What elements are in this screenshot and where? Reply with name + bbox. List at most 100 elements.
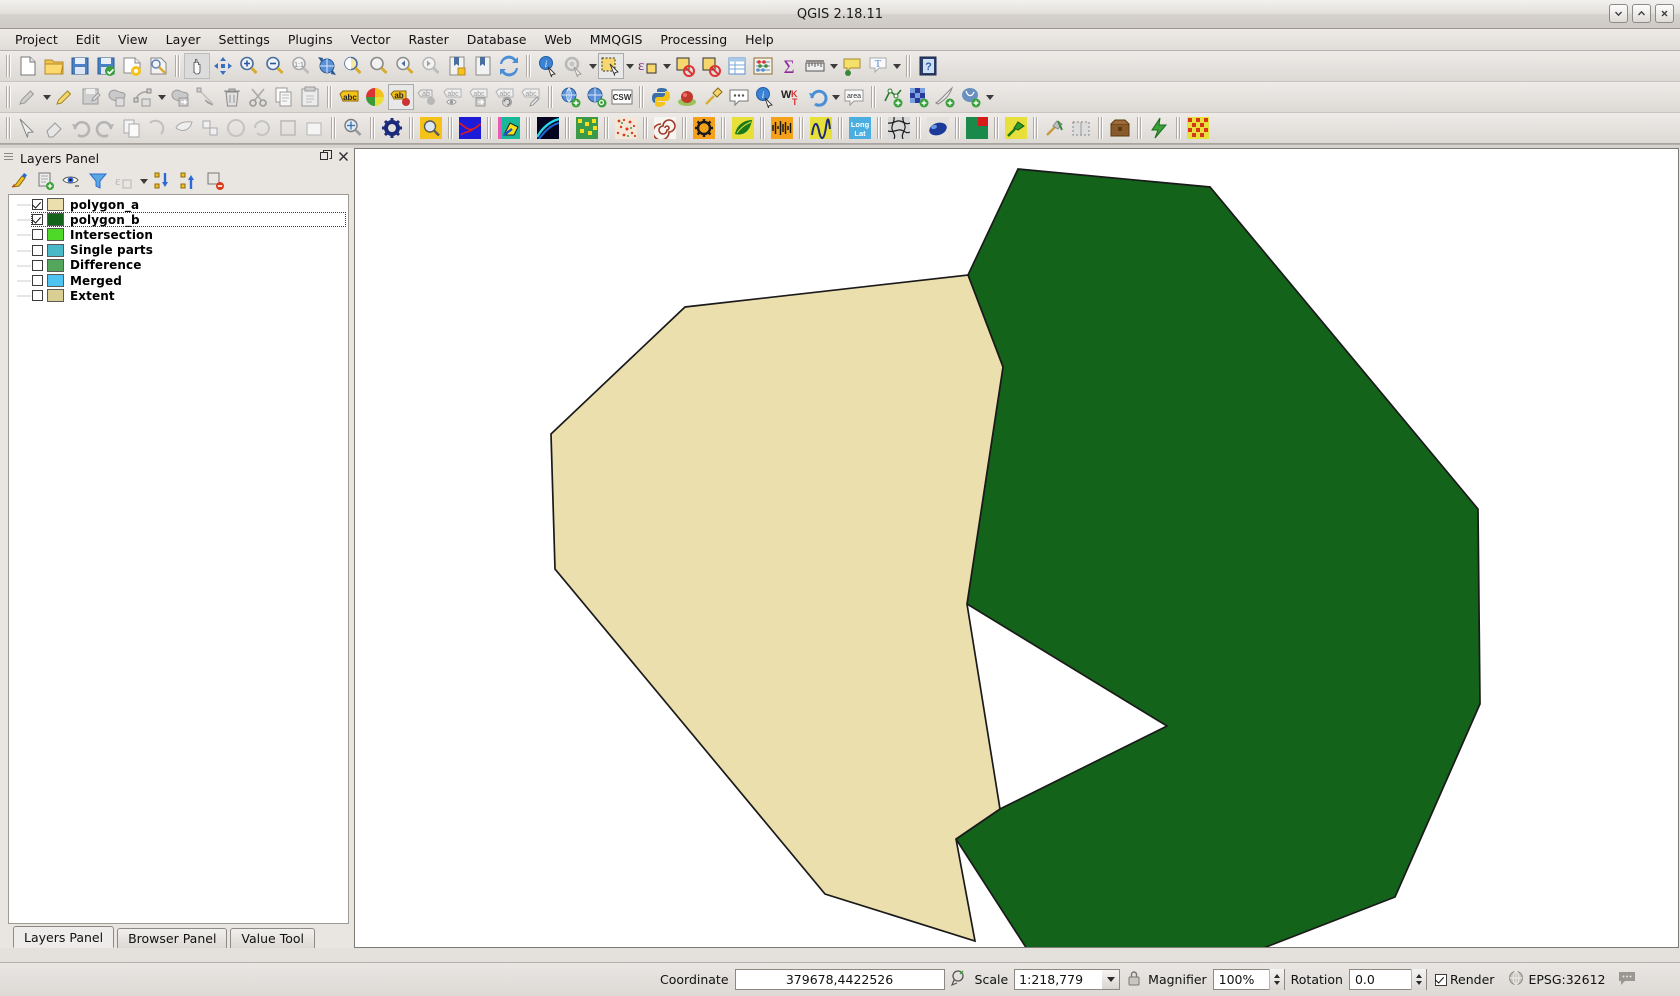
layer-labeling-icon[interactable]: ab bbox=[388, 84, 414, 110]
undo-caret-icon[interactable] bbox=[830, 84, 841, 110]
new-text-annotation-icon[interactable]: T bbox=[865, 53, 891, 79]
new-print-composer-icon[interactable] bbox=[119, 53, 145, 79]
toolbar-grip[interactable] bbox=[525, 55, 532, 77]
toolbar-grip[interactable] bbox=[525, 117, 532, 139]
plug-plugin-icon[interactable] bbox=[1003, 115, 1029, 141]
open-attribute-table-icon[interactable] bbox=[724, 53, 750, 79]
layer-tree[interactable]: polygon_a polygon_b Intersection Single … bbox=[8, 194, 349, 924]
toolbar-grip[interactable] bbox=[905, 55, 912, 77]
messages-bubble-icon[interactable] bbox=[1618, 970, 1636, 989]
pan-to-selection-icon[interactable] bbox=[210, 53, 236, 79]
toolbar-grip[interactable] bbox=[5, 117, 12, 139]
layer-visibility-checkbox[interactable] bbox=[32, 199, 43, 211]
spectrum-plugin-icon[interactable] bbox=[769, 115, 795, 141]
global-settings-icon[interactable] bbox=[379, 115, 405, 141]
toolbox-plugin-icon[interactable] bbox=[1107, 115, 1133, 141]
zoom-to-selection-icon[interactable] bbox=[340, 53, 366, 79]
undock-icon[interactable] bbox=[320, 150, 332, 165]
map-tips-icon[interactable] bbox=[839, 53, 865, 79]
close-panel-icon[interactable] bbox=[338, 150, 349, 165]
lock-scale-icon[interactable] bbox=[1126, 969, 1142, 990]
filter-legend-icon[interactable] bbox=[86, 170, 110, 192]
layer-row-single-parts[interactable]: Single parts bbox=[9, 242, 348, 258]
magnifier-field[interactable]: 100% bbox=[1212, 969, 1285, 990]
save-layer-edits-icon[interactable] bbox=[78, 84, 104, 110]
add-wms-layer-icon[interactable] bbox=[557, 84, 583, 110]
refresh-icon[interactable] bbox=[496, 53, 522, 79]
remove-layer-icon[interactable] bbox=[204, 170, 228, 192]
select-caret-icon[interactable] bbox=[624, 53, 635, 79]
field-calculator-icon[interactable] bbox=[750, 53, 776, 79]
select-value-caret-icon[interactable] bbox=[661, 53, 672, 79]
layer-row-merged[interactable]: Merged bbox=[9, 273, 348, 289]
run-feature-action-icon[interactable] bbox=[561, 53, 587, 79]
expression-filter-caret-icon[interactable] bbox=[138, 170, 150, 192]
node-tool-icon[interactable] bbox=[193, 84, 219, 110]
network-plugin-icon[interactable] bbox=[457, 115, 483, 141]
toolbar-grip[interactable] bbox=[720, 117, 727, 139]
paste-tool-icon[interactable] bbox=[145, 115, 171, 141]
text-annotation-caret-icon[interactable] bbox=[891, 53, 902, 79]
add-raster-layer-icon[interactable] bbox=[906, 84, 932, 110]
metasearch-icon[interactable] bbox=[583, 84, 609, 110]
menu-web[interactable]: Web bbox=[535, 30, 580, 50]
csw-icon[interactable]: CSW bbox=[609, 84, 635, 110]
cut-features-icon[interactable] bbox=[245, 84, 271, 110]
menu-project[interactable]: Project bbox=[6, 30, 67, 50]
menu-layer[interactable]: Layer bbox=[157, 30, 210, 50]
run-action-caret-icon[interactable] bbox=[587, 53, 598, 79]
close-icon[interactable] bbox=[1655, 4, 1674, 23]
curve-plugin-icon[interactable] bbox=[808, 115, 834, 141]
coordinate-field[interactable]: 379678,4422526 bbox=[734, 969, 945, 990]
merge-tool-icon[interactable] bbox=[171, 115, 197, 141]
help-icon[interactable]: ? bbox=[915, 53, 941, 79]
split-tool-icon[interactable] bbox=[197, 115, 223, 141]
hammer-plugin-icon[interactable] bbox=[1042, 115, 1068, 141]
measure-line-icon[interactable] bbox=[802, 53, 828, 79]
layer-props-icon[interactable] bbox=[301, 115, 327, 141]
toolbar-grip[interactable] bbox=[369, 117, 376, 139]
zoom-in-icon[interactable] bbox=[236, 53, 262, 79]
layer-row-polygon-a[interactable]: polygon_a bbox=[9, 197, 348, 213]
toggle-extents-icon[interactable] bbox=[950, 969, 969, 990]
layer-row-polygon-b[interactable]: polygon_b bbox=[9, 212, 348, 228]
zoom-native-icon[interactable]: 1:1 bbox=[288, 53, 314, 79]
layer-row-extent[interactable]: Extent bbox=[9, 288, 348, 304]
layer-row-difference[interactable]: Difference bbox=[9, 257, 348, 273]
copy-features-icon[interactable] bbox=[271, 84, 297, 110]
layer-visibility-checkbox[interactable] bbox=[32, 214, 43, 226]
crs-label[interactable]: EPSG:32612 bbox=[1528, 972, 1605, 987]
manage-visibility-icon[interactable] bbox=[60, 170, 84, 192]
menu-raster[interactable]: Raster bbox=[399, 30, 457, 50]
toolbar-grip[interactable] bbox=[954, 117, 961, 139]
toolbar-grip[interactable] bbox=[915, 117, 922, 139]
zoom-to-layer-icon[interactable] bbox=[366, 53, 392, 79]
pan-map-icon[interactable] bbox=[184, 53, 210, 79]
scale-field[interactable]: 1:218,779 bbox=[1014, 969, 1103, 990]
flag-plugin-icon[interactable] bbox=[964, 115, 990, 141]
zoom-last-icon[interactable] bbox=[392, 53, 418, 79]
zoom-next-icon[interactable] bbox=[418, 53, 444, 79]
toolbar-grip[interactable] bbox=[993, 117, 1000, 139]
simplify-tool-icon[interactable] bbox=[223, 115, 249, 141]
collapse-all-icon[interactable] bbox=[178, 170, 202, 192]
statistical-summary-icon[interactable]: Σ bbox=[776, 53, 802, 79]
toolbar-grip[interactable] bbox=[408, 117, 415, 139]
scale-tool-icon[interactable] bbox=[275, 115, 301, 141]
save-project-icon[interactable] bbox=[67, 53, 93, 79]
toolbar-grip[interactable] bbox=[681, 117, 688, 139]
toolbar-grip[interactable] bbox=[564, 117, 571, 139]
current-edits-caret-icon[interactable] bbox=[41, 84, 52, 110]
maximize-icon[interactable] bbox=[1632, 4, 1651, 23]
move-feature-icon[interactable] bbox=[167, 84, 193, 110]
toolbar-grip[interactable] bbox=[486, 117, 493, 139]
toolbar-grip[interactable] bbox=[1175, 117, 1182, 139]
rotation-field[interactable]: 0.0 bbox=[1348, 969, 1427, 990]
layer-visibility-checkbox[interactable] bbox=[32, 290, 43, 302]
profile-plugin-icon[interactable] bbox=[496, 115, 522, 141]
copy-tool-icon[interactable] bbox=[119, 115, 145, 141]
search-plugin-icon[interactable] bbox=[340, 115, 366, 141]
redo-tool-icon[interactable] bbox=[93, 115, 119, 141]
add-layer-caret-icon[interactable] bbox=[984, 84, 995, 110]
layer-visibility-checkbox[interactable] bbox=[32, 244, 43, 256]
